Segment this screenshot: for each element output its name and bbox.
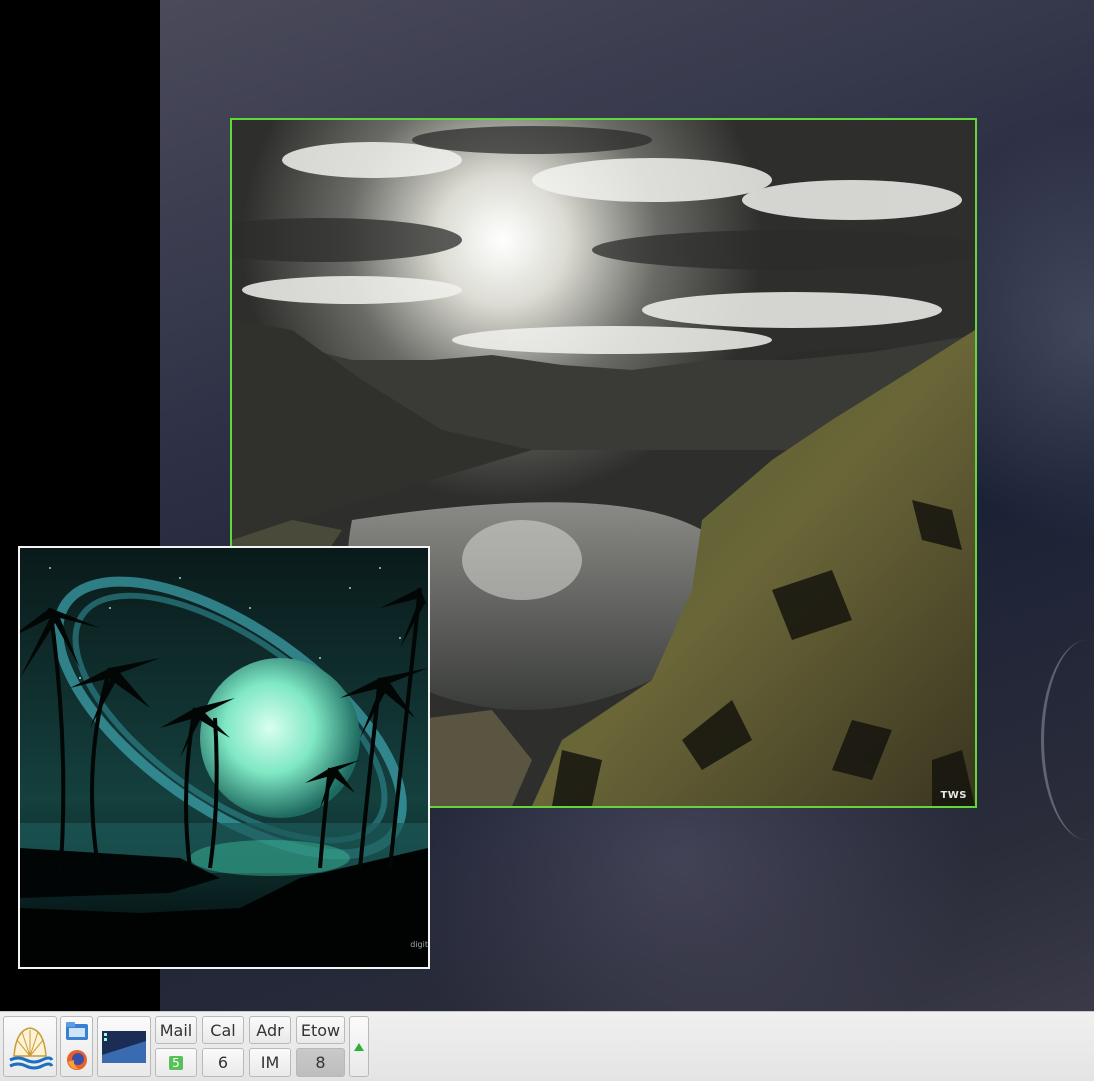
workspace-6-button[interactable]: 6 <box>202 1048 244 1077</box>
workspace-5-button[interactable]: 5 <box>155 1048 197 1077</box>
tropical-image <box>20 548 428 967</box>
wallpaper-orb <box>1041 640 1094 840</box>
addressbook-button[interactable]: Adr <box>249 1016 291 1044</box>
panel-expand-button[interactable] <box>349 1016 369 1077</box>
tropical-image-window[interactable]: digit <box>18 546 430 969</box>
file-manager-icon[interactable] <box>65 1021 89 1041</box>
desktop: TWS digit <box>0 0 1094 1011</box>
addressbook-label: Adr <box>256 1020 284 1040</box>
tropical-watermark: digit <box>410 940 428 949</box>
etow-label: Etow <box>300 1020 341 1040</box>
workspace-8-label: 8 <box>315 1053 326 1072</box>
screen-preview-icon <box>102 1030 146 1063</box>
application-menu-button[interactable] <box>3 1016 57 1077</box>
workspace-6-label: 6 <box>217 1053 229 1072</box>
launcher-stack <box>60 1016 93 1077</box>
im-label: IM <box>260 1053 280 1072</box>
landscape-watermark: TWS <box>940 790 967 801</box>
im-button[interactable]: IM <box>249 1048 291 1077</box>
shell-logo-icon <box>9 1026 54 1069</box>
mail-label: Mail <box>159 1020 193 1040</box>
workspace-8-button[interactable]: 8 <box>296 1048 345 1077</box>
triangle-up-icon <box>354 1042 364 1051</box>
etow-button[interactable]: Etow <box>296 1016 345 1044</box>
calendar-label: Cal <box>210 1020 236 1040</box>
show-desktop-button[interactable] <box>97 1016 151 1077</box>
bottom-panel: Mail Cal Adr Etow 5 6 IM 8 <box>0 1011 1094 1081</box>
mail-button[interactable]: Mail <box>155 1016 197 1044</box>
calendar-button[interactable]: Cal <box>202 1016 244 1044</box>
workspace-5-label: 5 <box>169 1055 183 1070</box>
firefox-icon[interactable] <box>65 1048 89 1072</box>
